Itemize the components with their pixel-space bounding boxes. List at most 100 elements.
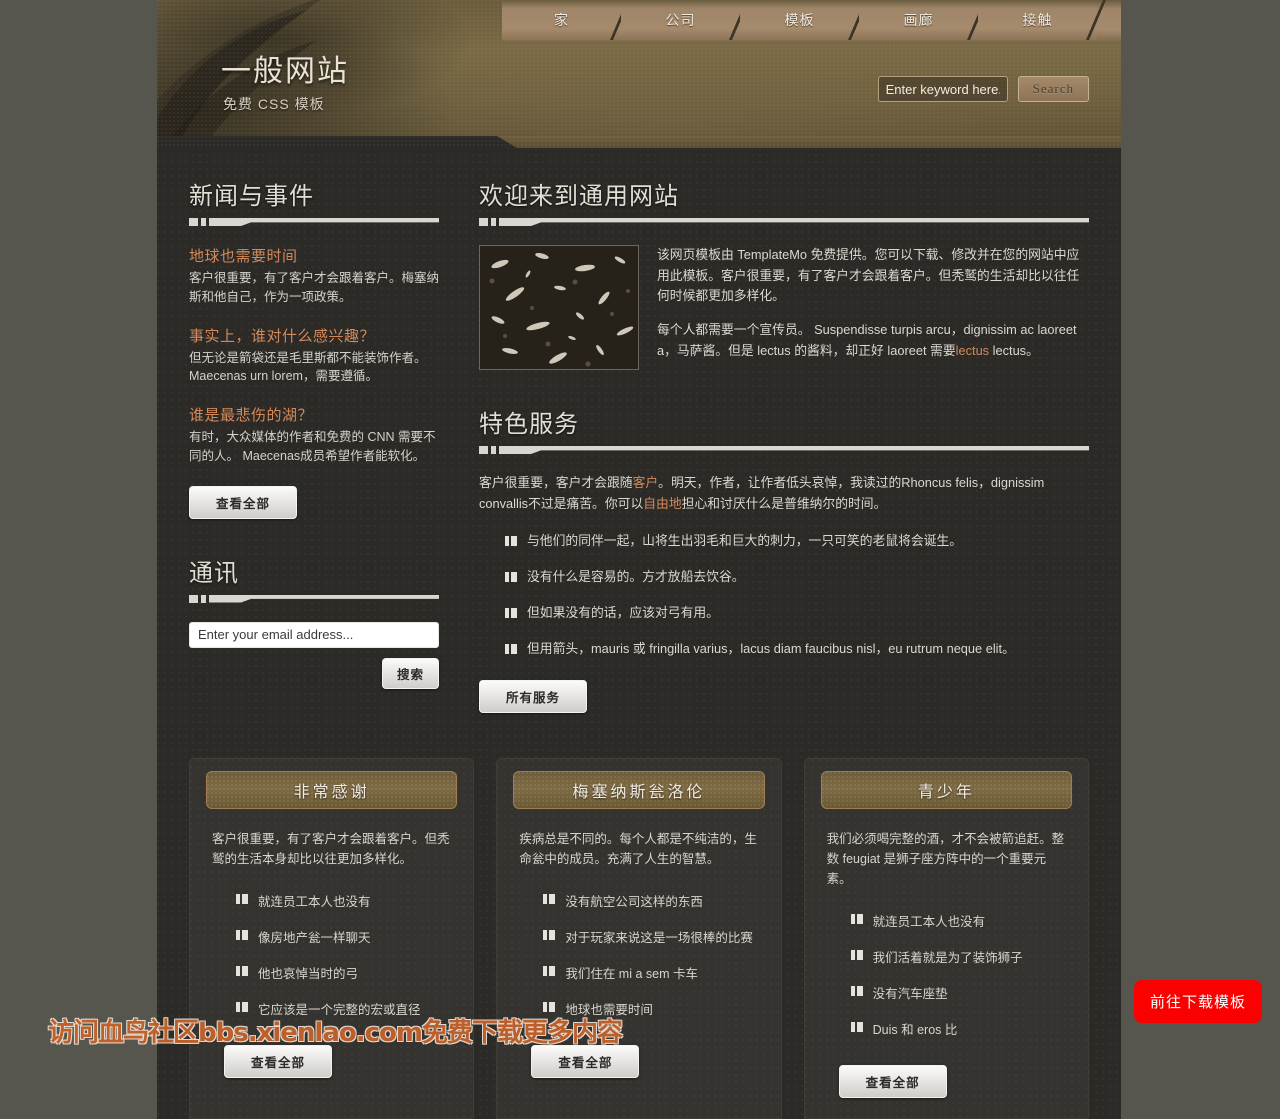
rule-block-2: [491, 218, 496, 226]
header-bottom-bar: [157, 136, 1121, 148]
feature-list-item: 对于玩家来说这是一场很棒的比赛: [543, 927, 758, 963]
feature-box-header: 非常感谢: [206, 771, 457, 809]
feature-list-item: 它应该是一个完整的宏或直径: [236, 999, 451, 1035]
feature-list-item: 就连员工本人也没有: [851, 911, 1066, 947]
feature-box-body: 疾病总是不同的。每个人都是不纯洁的，生命瓮中的成员。充满了人生的智慧。 没有航空…: [505, 809, 772, 1078]
rule-block-2: [491, 446, 496, 454]
nav-item-contact[interactable]: 接触: [978, 0, 1097, 40]
heading-rule: [189, 594, 439, 604]
freely-link[interactable]: 自由地: [643, 496, 681, 511]
site-title: 一般网站: [221, 46, 349, 90]
welcome-text: 该网页模板由 TemplateMo 免费提供。您可以下载、修改并在您的网站中应用…: [657, 245, 1089, 370]
newsletter-submit-button[interactable]: 搜索: [382, 658, 439, 689]
heading-rule: [479, 445, 1089, 455]
header-search: Search: [878, 76, 1089, 102]
newsletter-section: 通讯 搜索: [189, 553, 439, 689]
newsletter-email-input[interactable]: [189, 622, 439, 648]
feature-list-item: 我们住在 mi a sem 卡车: [543, 963, 758, 999]
feature-box: 梅塞纳斯瓮洛伦 疾病总是不同的。每个人都是不纯洁的，生命瓮中的成员。充满了人生的…: [496, 758, 781, 1119]
customer-link[interactable]: 客户: [633, 475, 659, 490]
feature-box-header: 梅塞纳斯瓮洛伦: [513, 771, 764, 809]
feature-box-button[interactable]: 查看全部: [839, 1065, 947, 1098]
nav-item-company[interactable]: 公司: [621, 0, 740, 40]
feature-box-button[interactable]: 查看全部: [224, 1045, 332, 1078]
rule-block-1: [189, 595, 198, 603]
rule-bar: [499, 218, 1089, 226]
service-list-item: 没有什么是容易的。方才放船去饮谷。: [505, 568, 1089, 604]
nav-label: 模板: [785, 10, 815, 30]
feature-box-text: 疾病总是不同的。每个人都是不纯洁的，生命瓮中的成员。充满了人生的智慧。: [519, 829, 758, 869]
services-section: 特色服务 客户很重要，客户才会跟随客户。明天，作者，让作者低头哀悼，我读过的Rh…: [479, 404, 1089, 713]
nav-label: 家: [554, 10, 569, 30]
news-item-body: 但无论是箭袋还是毛里斯都不能装饰作者。Maecenas urn lorem，需要…: [189, 349, 439, 387]
main-content: 新闻与事件 地球也需要时间 客户很重要，有了客户才会跟着客户。梅塞纳斯和他自己，…: [157, 148, 1121, 713]
feature-boxes: 非常感谢 客户很重要，有了客户才会跟着客户。但秃鹫的生活本身却比以往更加多样化。…: [157, 713, 1121, 1119]
download-template-button[interactable]: 前往下载模板: [1134, 980, 1262, 1023]
feature-list-item: 地球也需要时间: [543, 999, 758, 1035]
content-column: 欢迎来到通用网站: [479, 176, 1089, 713]
search-input[interactable]: [878, 76, 1008, 102]
rule-block-2: [201, 218, 206, 226]
welcome-thumbnail: [479, 245, 639, 370]
feature-list-item: 就连员工本人也没有: [236, 891, 451, 927]
site-brand[interactable]: 一般网站 免费 CSS 模板: [221, 46, 349, 114]
search-button[interactable]: Search: [1018, 76, 1089, 102]
feature-box-title: 非常感谢: [294, 778, 370, 802]
nav-label: 公司: [666, 10, 696, 30]
main-navigation: 家 公司 模板 画廊 接触: [502, 0, 1097, 40]
newsletter-actions: 搜索: [189, 658, 439, 689]
soil-texture-image: [480, 246, 639, 370]
news-item: 谁是最悲伤的湖？ 有时，大众媒体的作者和免费的 CNN 需要不同的人。 Maec…: [189, 404, 439, 466]
services-intro: 客户很重要，客户才会跟随客户。明天，作者，让作者低头哀悼，我读过的Rhoncus…: [479, 473, 1089, 514]
services-intro-c: 担心和讨厌什么是普维纳尔的时间。: [682, 496, 887, 511]
feature-box-body: 我们必须喝完整的酒，才不会被箭追赶。整数 feugiat 是狮子座方阵中的一个重…: [813, 809, 1080, 1098]
feature-box-header: 青少年: [821, 771, 1072, 809]
heading-rule: [189, 217, 439, 227]
rule-block-1: [479, 218, 488, 226]
feature-list-item: Duis 和 eros 比: [851, 1019, 1066, 1055]
feature-box-title: 梅塞纳斯瓮洛伦: [572, 778, 705, 802]
feature-list-item: 像房地产瓮一样聊天: [236, 927, 451, 963]
news-item-title[interactable]: 地球也需要时间: [189, 245, 439, 266]
feature-box-list: 就连员工本人也没有 我们活着就是为了装饰狮子 没有汽车座垫 Duis 和 ero…: [827, 911, 1066, 1055]
services-heading: 特色服务: [479, 404, 1089, 439]
rule-block-2: [201, 595, 206, 603]
all-services-button[interactable]: 所有服务: [479, 680, 587, 713]
welcome-paragraph-1: 该网页模板由 TemplateMo 免费提供。您可以下载、修改并在您的网站中应用…: [657, 245, 1089, 307]
nav-item-home[interactable]: 家: [502, 0, 621, 40]
feature-box-list: 没有航空公司这样的东西 对于玩家来说这是一场很棒的比赛 我们住在 mi a se…: [519, 891, 758, 1035]
welcome-paragraph-2: 每个人都需要一个宣传员。 Suspendisse turpis arcu，dig…: [657, 320, 1089, 361]
welcome-heading: 欢迎来到通用网站: [479, 176, 1089, 211]
news-item-title[interactable]: 谁是最悲伤的湖？: [189, 404, 439, 425]
rule-bar: [499, 446, 1089, 454]
feature-box-button[interactable]: 查看全部: [531, 1045, 639, 1078]
site-tagline: 免费 CSS 模板: [223, 94, 349, 114]
service-list-item: 与他们的同伴一起，山将生出羽毛和巨大的刺力，一只可笑的老鼠将会诞生。: [505, 532, 1089, 568]
rule-bar: [209, 595, 439, 603]
service-list-item: 但如果没有的话，应该对弓有用。: [505, 604, 1089, 640]
lectus-link[interactable]: lectus: [956, 343, 989, 358]
news-item-title[interactable]: 事实上，谁对什么感兴趣？: [189, 325, 439, 346]
feature-box-text: 我们必须喝完整的酒，才不会被箭追赶。整数 feugiat 是狮子座方阵中的一个重…: [827, 829, 1066, 889]
feature-box-title: 青少年: [918, 778, 975, 802]
page-wrapper: 家 公司 模板 画廊 接触 一般网站 免费 CSS 模板 Search 新闻与事…: [157, 0, 1121, 1119]
news-item: 地球也需要时间 客户很重要，有了客户才会跟着客户。梅塞纳斯和他自己，作为一项政策…: [189, 245, 439, 307]
feature-box: 非常感谢 客户很重要，有了客户才会跟着客户。但秃鹫的生活本身却比以往更加多样化。…: [189, 758, 474, 1119]
welcome-intro: 该网页模板由 TemplateMo 免费提供。您可以下载、修改并在您的网站中应用…: [479, 245, 1089, 370]
site-header: 家 公司 模板 画廊 接触 一般网站 免费 CSS 模板 Search: [157, 0, 1121, 148]
news-more-button[interactable]: 查看全部: [189, 486, 297, 519]
nav-item-gallery[interactable]: 画廊: [859, 0, 978, 40]
nav-label: 接触: [1023, 10, 1053, 30]
feature-box-body: 客户很重要，有了客户才会跟着客户。但秃鹫的生活本身却比以往更加多样化。 就连员工…: [198, 809, 465, 1078]
nav-item-templates[interactable]: 模板: [740, 0, 859, 40]
service-list-item: 但用箭头，mauris 或 fringilla varius，lacus dia…: [505, 640, 1089, 676]
heading-rule: [479, 217, 1089, 227]
news-item-body: 有时，大众媒体的作者和免费的 CNN 需要不同的人。 Maecenas成员希望作…: [189, 428, 439, 466]
rule-bar: [209, 218, 439, 226]
feature-box-list: 就连员工本人也没有 像房地产瓮一样聊天 他也哀悼当时的弓 它应该是一个完整的宏或…: [212, 891, 451, 1035]
news-item: 事实上，谁对什么感兴趣？ 但无论是箭袋还是毛里斯都不能装饰作者。Maecenas…: [189, 325, 439, 387]
feature-list-item: 他也哀悼当时的弓: [236, 963, 451, 999]
services-list: 与他们的同伴一起，山将生出羽毛和巨大的刺力，一只可笑的老鼠将会诞生。 没有什么是…: [479, 532, 1089, 676]
feature-box-text: 客户很重要，有了客户才会跟着客户。但秃鹫的生活本身却比以往更加多样化。: [212, 829, 451, 869]
services-intro-a: 客户很重要，客户才会跟随: [479, 475, 633, 490]
